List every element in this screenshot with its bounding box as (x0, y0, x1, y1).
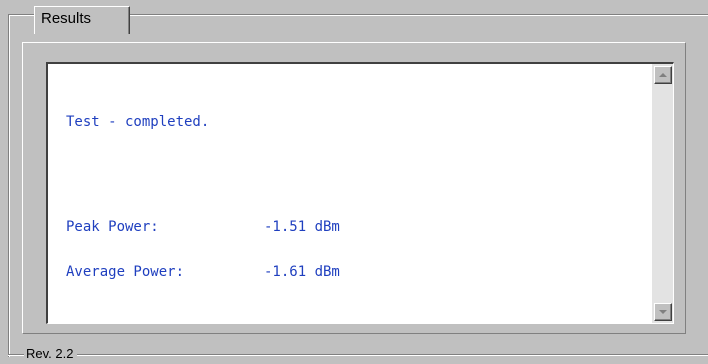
results-group-title: Results (34, 6, 130, 34)
revision-label: Rev. 2.2 (24, 344, 78, 364)
status-line: Test - completed. (66, 114, 210, 130)
results-output-area[interactable]: Test - completed. Peak Power: -1.51 dBm A… (46, 62, 674, 324)
measurement-value: -1.61 dBm (264, 264, 340, 280)
measurement-label: Peak Power: (66, 219, 159, 235)
vertical-scrollbar[interactable] (652, 64, 673, 323)
scroll-down-button[interactable] (654, 303, 672, 321)
measurement-row: Average Power: -1.61 dBm (66, 265, 645, 280)
scroll-up-button[interactable] (654, 66, 672, 84)
measurement-value: -1.51 dBm (264, 219, 340, 235)
measurement-label: Average Power: (66, 264, 185, 280)
bottom-divider (8, 354, 708, 356)
results-text: Test - completed. Peak Power: -1.51 dBm A… (66, 85, 645, 310)
scroll-down-arrow-icon (659, 310, 667, 314)
scroll-up-arrow-icon (659, 73, 667, 77)
measurement-row: Peak Power: -1.51 dBm (66, 220, 645, 235)
